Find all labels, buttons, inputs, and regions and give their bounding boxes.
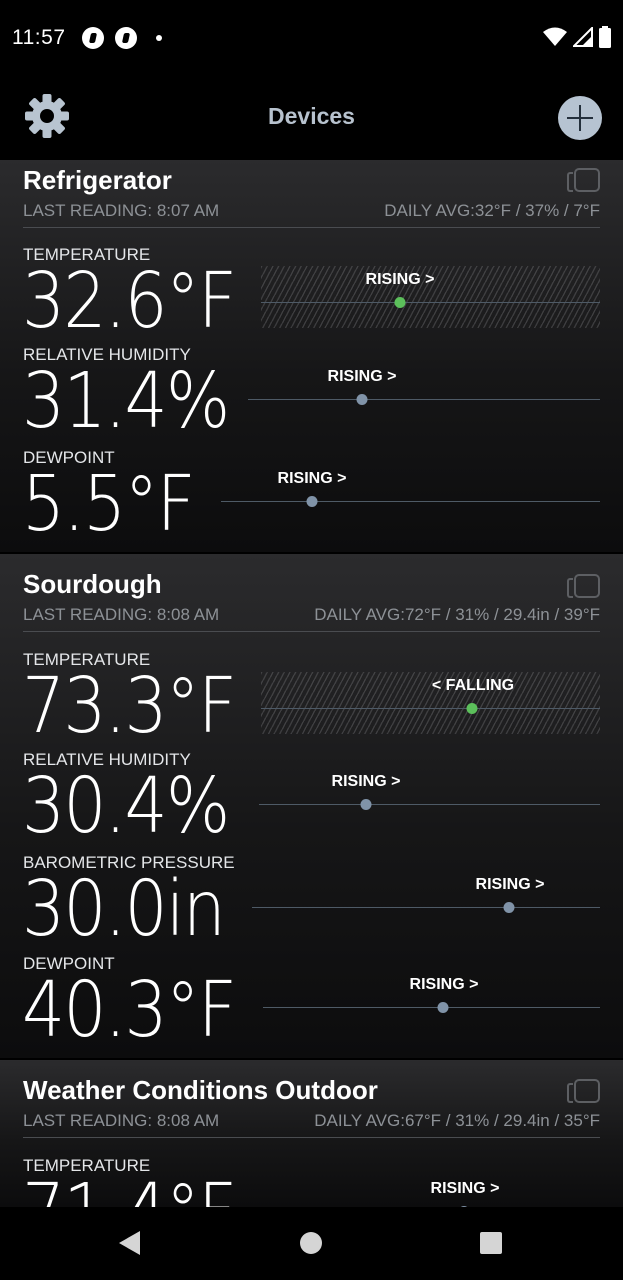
status-bar: 11:57 [0, 0, 623, 76]
trend-label: RISING > [277, 470, 347, 487]
trend-label: RISING > [365, 271, 435, 288]
app-notification-icon [82, 27, 104, 49]
device-card-sourdough[interactable]: Sourdough LAST READING: 8:08 AM DAILY AV… [0, 554, 623, 1058]
device-name: Weather Conditions Outdoor [23, 1075, 378, 1105]
metric-value: 30.0in [22, 865, 226, 954]
trend-label: RISING > [331, 773, 401, 790]
device-toggle-checkbox[interactable] [567, 166, 600, 192]
trend-label: RISING > [475, 876, 545, 893]
last-reading: LAST READING: 8:08 AM [23, 605, 220, 624]
trend-label: RISING > [327, 368, 397, 385]
page-title: Devices [268, 103, 355, 129]
status-icons [543, 26, 611, 48]
daily-average: DAILY AVG:32°F / 37% / 7°F [384, 201, 600, 220]
device-toggle-checkbox[interactable] [567, 572, 600, 598]
system-nav-bar [0, 1207, 623, 1280]
notification-dot-icon [156, 35, 162, 41]
device-name: Refrigerator [23, 165, 172, 195]
trend-track: RISING > [259, 768, 600, 830]
device-card-weather-conditions-outdoor[interactable]: Weather Conditions Outdoor LAST READING:… [0, 1060, 623, 1207]
divider [23, 227, 600, 228]
trend-marker [466, 703, 478, 714]
trend-track: RISING > [261, 266, 600, 328]
trend-marker [437, 1002, 449, 1013]
device-toggle-checkbox[interactable] [567, 1077, 600, 1103]
trend-marker [360, 799, 372, 810]
divider [23, 1137, 600, 1138]
metric-value: 40.3°F [22, 966, 237, 1055]
trend-marker [306, 496, 318, 507]
cell-signal-icon [573, 27, 593, 47]
trend-track: RISING > [248, 363, 600, 425]
divider [23, 631, 600, 632]
status-time: 11:57 [12, 26, 66, 49]
app-notification-icon [115, 27, 137, 49]
last-reading: LAST READING: 8:07 AM [23, 201, 220, 220]
trend-track: RISING > [221, 465, 600, 527]
metric-value: 32.6°F [22, 257, 237, 346]
last-reading: LAST READING: 8:08 AM [23, 1111, 220, 1130]
add-device-button[interactable] [558, 96, 602, 140]
trend-marker [503, 902, 515, 913]
daily-average: DAILY AVG:67°F / 31% / 29.4in / 35°F [314, 1111, 600, 1130]
trend-label: RISING > [409, 976, 479, 993]
trend-track: < FALLING [261, 672, 600, 734]
battery-icon [599, 26, 611, 48]
device-card-refrigerator[interactable]: Refrigerator LAST READING: 8:07 AM DAILY… [0, 160, 623, 552]
device-meta: LAST READING: 8:08 AM DAILY AVG:67°F / 3… [23, 1111, 600, 1131]
back-icon[interactable] [119, 1231, 140, 1255]
device-name: Sourdough [23, 569, 162, 599]
app-header: Devices [0, 76, 623, 158]
device-meta: LAST READING: 8:07 AM DAILY AVG:32°F / 3… [23, 201, 600, 221]
wifi-icon [543, 27, 567, 46]
metric-value: 31.4% [22, 357, 230, 446]
metric-value: 71.4°F [22, 1168, 237, 1207]
trend-label: RISING > [430, 1180, 500, 1197]
home-icon[interactable] [300, 1232, 322, 1254]
daily-average: DAILY AVG:72°F / 31% / 29.4in / 39°F [314, 605, 600, 624]
trend-track: RISING > [252, 871, 600, 933]
trend-track: RISING > [263, 971, 600, 1033]
trend-label: < FALLING [431, 677, 515, 694]
trend-marker [394, 297, 406, 308]
metric-value: 73.3°F [22, 662, 237, 751]
trend-track: RISING > [263, 1175, 600, 1207]
recents-icon[interactable] [480, 1232, 502, 1254]
metric-value: 30.4% [22, 762, 230, 851]
metric-value: 5.5°F [22, 460, 196, 549]
trend-marker [356, 394, 368, 405]
device-meta: LAST READING: 8:08 AM DAILY AVG:72°F / 3… [23, 605, 600, 625]
